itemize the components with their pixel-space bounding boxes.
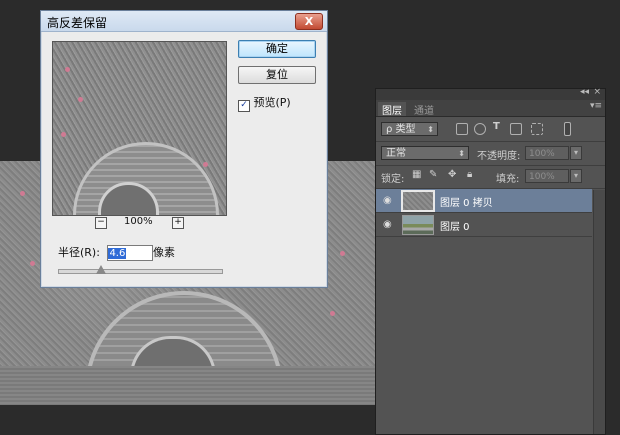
layers-scrollbar[interactable] bbox=[593, 190, 605, 434]
tab-layers[interactable]: 图层 bbox=[378, 102, 406, 117]
zoom-out-button[interactable]: − bbox=[95, 217, 107, 229]
pixel-filter-icon[interactable] bbox=[456, 123, 468, 135]
divider bbox=[376, 165, 605, 166]
blossom-dot bbox=[20, 191, 25, 196]
eye-icon[interactable]: ◉ bbox=[383, 195, 392, 206]
water-area bbox=[0, 366, 375, 405]
blossom-dot bbox=[61, 132, 66, 137]
radius-row: 半径(R): 4.6 bbox=[58, 244, 154, 261]
collapse-icon[interactable]: ◂◂ bbox=[580, 87, 589, 97]
blossom-dot bbox=[30, 261, 35, 266]
layer-row-base[interactable]: ◉ 图层 0 bbox=[376, 213, 592, 237]
filter-kind-label: ρ 类型 bbox=[386, 124, 416, 135]
close-button[interactable]: X bbox=[295, 13, 323, 30]
preview-checkbox-row[interactable]: ✓ 预览(P) bbox=[238, 94, 291, 112]
blend-mode-select[interactable]: 正常 ⬍ bbox=[381, 146, 469, 160]
reset-button[interactable]: 复位 bbox=[238, 66, 316, 84]
layer-thumbnail bbox=[402, 215, 434, 235]
panel-tabs: 图层 通道 ▾≡ bbox=[376, 100, 605, 117]
panel-close-icon[interactable]: × bbox=[593, 87, 601, 97]
blend-mode-value: 正常 bbox=[386, 148, 406, 159]
layer-thumbnail bbox=[401, 190, 435, 212]
lock-label: 锁定: bbox=[381, 174, 405, 185]
preview-zoom-controls: − 100% + bbox=[95, 216, 185, 231]
blossom-dot bbox=[65, 67, 70, 72]
slider-thumb[interactable] bbox=[96, 265, 107, 274]
high-pass-dialog: 高反差保留 X − 100% + 确定 复位 ✓ 预览(P) 半径(R): 4.… bbox=[40, 10, 328, 288]
opacity-input[interactable]: 100% bbox=[525, 146, 569, 160]
filter-toggle-icon[interactable] bbox=[564, 122, 571, 136]
blossom-dot bbox=[203, 162, 208, 167]
zoom-in-button[interactable]: + bbox=[172, 217, 184, 229]
dialog-title: 高反差保留 bbox=[47, 16, 108, 30]
radius-value: 4.6 bbox=[108, 248, 127, 259]
updown-arrow-icon: ⬍ bbox=[458, 149, 465, 158]
blossom-dot bbox=[340, 251, 345, 256]
radius-unit: 像素 bbox=[153, 246, 175, 259]
panel-menu-icon[interactable]: ▾≡ bbox=[590, 101, 602, 111]
divider bbox=[376, 141, 605, 142]
lock-image-pixels-icon[interactable]: ✎ bbox=[429, 169, 437, 180]
shape-filter-icon[interactable] bbox=[510, 123, 522, 135]
adjustment-filter-icon[interactable] bbox=[474, 123, 486, 135]
dialog-titlebar[interactable]: 高反差保留 X bbox=[41, 11, 327, 32]
filter-preview[interactable] bbox=[52, 41, 227, 216]
zoom-level: 100% bbox=[124, 216, 153, 227]
layers-panel: ◂◂ × 图层 通道 ▾≡ ρ 类型 ⬍ T 正常 ⬍ 不透明度: 100% ▾… bbox=[375, 87, 606, 435]
lock-transparent-pixels-icon[interactable]: ▦ bbox=[412, 169, 421, 180]
tab-channels[interactable]: 通道 bbox=[410, 102, 438, 117]
layer-name: 图层 0 bbox=[440, 222, 470, 233]
eye-icon[interactable]: ◉ bbox=[383, 219, 392, 230]
radius-slider[interactable] bbox=[58, 265, 223, 274]
blossom-dot bbox=[330, 311, 335, 316]
opacity-stepper[interactable]: ▾ bbox=[570, 146, 582, 160]
fill-input[interactable]: 100% bbox=[525, 169, 569, 183]
lock-position-icon[interactable]: ✥ bbox=[448, 169, 456, 180]
layer-filter-kind[interactable]: ρ 类型 ⬍ bbox=[381, 122, 438, 136]
smart-object-filter-icon[interactable] bbox=[531, 123, 543, 135]
ok-button[interactable]: 确定 bbox=[238, 40, 316, 58]
blossom-dot bbox=[78, 97, 83, 102]
layer-row-copy[interactable]: ◉ 图层 0 拷贝 bbox=[376, 189, 592, 213]
opacity-label: 不透明度: bbox=[477, 151, 521, 162]
radius-label: 半径(R): bbox=[58, 246, 100, 259]
fill-stepper[interactable]: ▾ bbox=[570, 169, 582, 183]
preview-label: 预览(P) bbox=[253, 96, 291, 109]
radius-input[interactable]: 4.6 bbox=[107, 245, 154, 261]
type-filter-icon[interactable]: T bbox=[493, 121, 500, 132]
preview-checkbox[interactable]: ✓ bbox=[238, 100, 250, 112]
updown-arrow-icon: ⬍ bbox=[427, 125, 434, 134]
lock-all-icon[interactable]: 🔒︎ bbox=[467, 169, 472, 180]
panel-header-bar[interactable]: ◂◂ × bbox=[376, 87, 605, 100]
layer-name: 图层 0 拷贝 bbox=[440, 198, 493, 209]
fill-label: 填充: bbox=[496, 174, 520, 185]
